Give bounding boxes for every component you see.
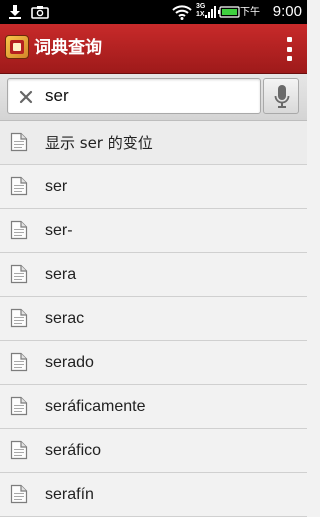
list-item-label: seráfico bbox=[45, 442, 102, 459]
list-item-label: sera bbox=[45, 266, 77, 283]
status-time: 9:00 bbox=[272, 3, 302, 20]
wifi-icon bbox=[172, 0, 192, 24]
list-item[interactable]: serado bbox=[0, 341, 307, 385]
battery-icon bbox=[218, 0, 240, 24]
document-icon bbox=[10, 176, 28, 196]
search-query-text[interactable]: ser bbox=[45, 79, 69, 113]
status-bar: 3G 1X 下午 9:00 bbox=[0, 0, 307, 24]
list-item[interactable]: sera bbox=[0, 253, 307, 297]
microphone-icon bbox=[274, 85, 290, 109]
document-icon bbox=[10, 484, 28, 504]
overflow-menu-button[interactable] bbox=[285, 37, 293, 61]
clear-search-icon[interactable] bbox=[19, 89, 33, 104]
document-icon bbox=[10, 220, 28, 240]
list-item[interactable]: seráficamente bbox=[0, 385, 307, 429]
search-input[interactable]: ser bbox=[7, 78, 261, 114]
document-icon bbox=[10, 352, 28, 372]
results-list: 显示 ser 的变位 ser ser- sera serac serado se… bbox=[0, 121, 307, 517]
list-item[interactable]: ser- bbox=[0, 209, 307, 253]
voice-search-button[interactable] bbox=[263, 78, 299, 114]
list-item-label: serado bbox=[45, 354, 94, 371]
overflow-dot bbox=[286, 46, 292, 52]
download-icon bbox=[8, 0, 22, 24]
document-icon bbox=[10, 132, 28, 152]
search-bar: ser bbox=[0, 74, 307, 121]
list-item-label: 显示 ser 的变位 bbox=[45, 134, 153, 152]
list-item-label: ser- bbox=[45, 222, 73, 239]
overflow-dot bbox=[286, 37, 292, 42]
overflow-dot bbox=[286, 56, 292, 61]
signal-icon bbox=[205, 0, 217, 24]
signal-network-label: 3G 1X bbox=[196, 3, 206, 18]
list-item-label: serafín bbox=[45, 486, 94, 503]
document-icon bbox=[10, 396, 28, 416]
screenshot-icon bbox=[31, 0, 49, 24]
document-icon bbox=[10, 440, 28, 460]
list-item-label: serac bbox=[45, 310, 85, 327]
list-item[interactable]: ser bbox=[0, 165, 307, 209]
document-icon bbox=[10, 264, 28, 284]
list-item[interactable]: seráfico bbox=[0, 429, 307, 473]
document-icon bbox=[10, 308, 28, 328]
list-item-label: ser bbox=[45, 178, 68, 195]
app-logo-icon[interactable] bbox=[5, 35, 29, 59]
app-title[interactable]: 词典查询 bbox=[34, 24, 102, 73]
status-ampm: 下午 bbox=[240, 7, 260, 18]
action-bar: 词典查询 bbox=[0, 24, 307, 81]
list-item-conjugation[interactable]: 显示 ser 的变位 bbox=[0, 121, 307, 165]
list-item-label: seráficamente bbox=[45, 398, 146, 415]
list-item[interactable]: serac bbox=[0, 297, 307, 341]
list-item[interactable]: serafín bbox=[0, 473, 307, 517]
